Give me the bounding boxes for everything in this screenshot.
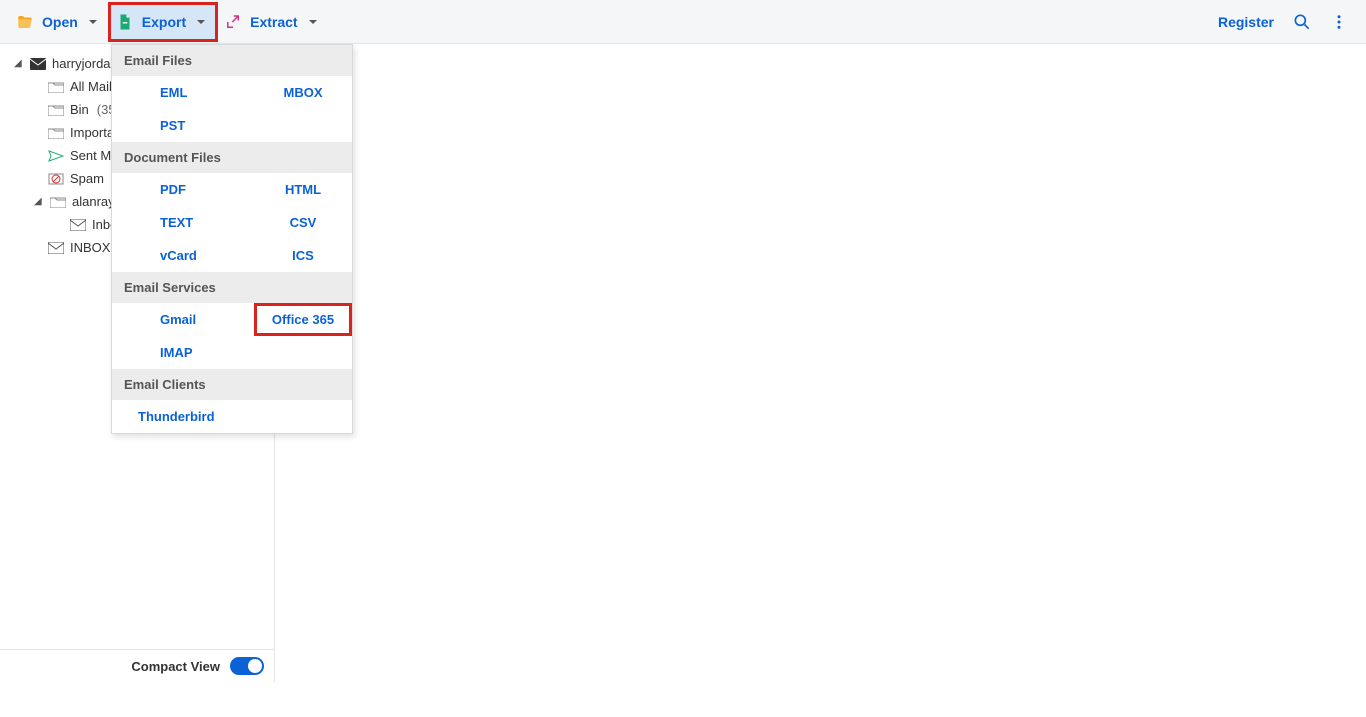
chevron-down-icon [196, 17, 206, 27]
folder-label: INBOX [70, 240, 110, 255]
chevron-down-icon [88, 17, 98, 27]
empty [254, 336, 352, 369]
folder-label: Bin [70, 102, 89, 117]
chevron-down-icon [308, 17, 318, 27]
folder-label: Spam [70, 171, 104, 186]
register-link[interactable]: Register [1218, 14, 1274, 30]
spam-icon [48, 172, 64, 186]
account-label: harryjordan [52, 56, 118, 71]
content-area [275, 44, 1366, 682]
toolbar: Open Export Extract Register [0, 0, 1366, 44]
dd-header-email-files: Email Files [112, 45, 352, 76]
folder-icon [48, 103, 64, 117]
toolbar-right: Register [1218, 12, 1356, 32]
export-gmail[interactable]: Gmail [112, 303, 254, 336]
sent-icon [48, 149, 64, 163]
empty [254, 109, 352, 142]
export-imap[interactable]: IMAP [112, 336, 254, 369]
export-thunderbird[interactable]: Thunderbird [112, 400, 243, 433]
export-label: Export [142, 14, 186, 30]
export-pdf[interactable]: PDF [112, 173, 254, 206]
export-vcard[interactable]: vCard [112, 239, 254, 272]
search-icon[interactable] [1292, 12, 1312, 32]
export-button[interactable]: Export [110, 4, 216, 40]
extract-label: Extract [250, 14, 297, 30]
export-csv[interactable]: CSV [254, 206, 352, 239]
export-ics[interactable]: ICS [254, 239, 352, 272]
expander-icon: ◢ [34, 196, 44, 207]
expander-icon: ◢ [14, 58, 24, 69]
open-button[interactable]: Open [10, 4, 108, 40]
compact-view-label: Compact View [131, 659, 220, 674]
extract-icon [224, 13, 242, 31]
export-text[interactable]: TEXT [112, 206, 254, 239]
folder-icon [50, 195, 66, 209]
dd-header-email-services: Email Services [112, 272, 352, 303]
toolbar-left: Open Export Extract [10, 4, 328, 40]
folder-open-icon [16, 13, 34, 31]
compact-view-toggle[interactable] [230, 657, 264, 675]
export-pst[interactable]: PST [112, 109, 254, 142]
export-dropdown: Email Files EML MBOX PST Document Files … [111, 44, 353, 434]
extract-button[interactable]: Extract [218, 4, 327, 40]
empty [243, 400, 352, 433]
mail-outline-icon [70, 218, 86, 232]
file-export-icon [116, 13, 134, 31]
dd-header-document-files: Document Files [112, 142, 352, 173]
export-html[interactable]: HTML [254, 173, 352, 206]
more-vert-icon[interactable] [1330, 13, 1348, 31]
mail-icon [30, 57, 46, 71]
open-label: Open [42, 14, 78, 30]
dd-header-email-clients: Email Clients [112, 369, 352, 400]
export-eml[interactable]: EML [112, 76, 254, 109]
folder-icon [48, 80, 64, 94]
mail-outline-icon [48, 241, 64, 255]
export-office365[interactable]: Office 365 [254, 303, 352, 336]
export-mbox[interactable]: MBOX [254, 76, 352, 109]
sidebar-bottom: Compact View [0, 649, 274, 682]
folder-label: All Mail [70, 79, 112, 94]
folder-icon [48, 126, 64, 140]
